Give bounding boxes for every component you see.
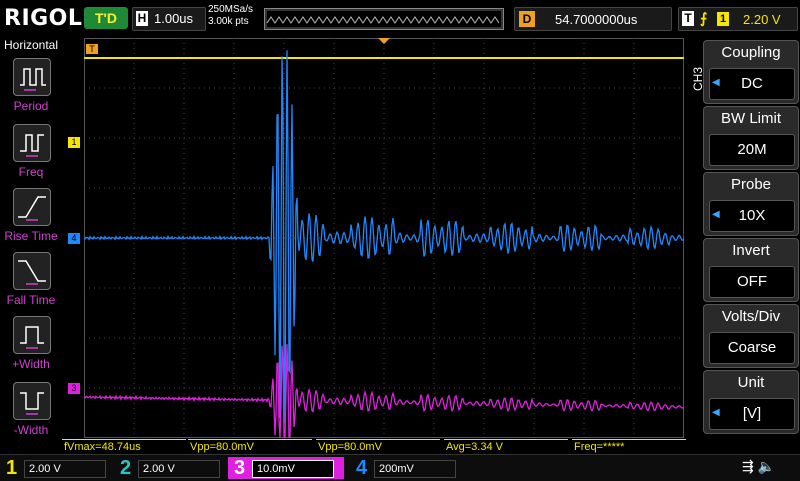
measure-negative-width-button[interactable]: -Width xyxy=(8,382,54,437)
ch1-number: 1 xyxy=(6,457,18,479)
measure-menu: Horizontal Period Freq Rise Time Fall Ti… xyxy=(0,38,62,454)
measure-rise-time-button[interactable]: Rise Time xyxy=(4,188,58,243)
probe-value: 10X xyxy=(709,200,795,232)
ch3-scale: 10.0mV xyxy=(252,460,334,478)
measurement-item[interactable]: Vpp=80.0mV xyxy=(188,439,312,454)
measure-positive-width-label: +Width xyxy=(12,357,50,371)
timebase-value: 1.00us xyxy=(154,11,194,26)
horizontal-timebase-box[interactable]: H 1.00us xyxy=(132,7,206,31)
delay-box[interactable]: D 54.7000000us xyxy=(514,7,672,31)
measurement-item[interactable]: Avg=3.34 V xyxy=(444,439,568,454)
measure-period-button[interactable]: Period xyxy=(8,58,54,113)
fall-time-icon xyxy=(13,252,51,290)
memory-overview-bar xyxy=(264,8,504,30)
measurement-bar: fVmax=48.74us Vpp=80.0mV Vpp=80.0mV Avg=… xyxy=(62,438,694,454)
measurement-item[interactable]: fVmax=48.74us xyxy=(62,439,186,454)
memory-depth: 3.00k pts xyxy=(208,16,249,27)
ch3-number: 3 xyxy=(234,457,246,479)
usb-icon: ⇶ 🔈 xyxy=(742,458,776,474)
unit-arrow-icon: ◀ xyxy=(712,407,720,418)
measurement-item[interactable]: Vpp=80.0mV xyxy=(316,439,440,454)
channel-status-bar: 1 2.00 V 2 2.00 V 3 10.0mV 4 200mV ⇶ 🔈 xyxy=(0,454,800,481)
channel-menu: CH3 Coupling DC ◀ BW Limit 20M Probe 10X… xyxy=(691,38,800,454)
memory-waveform-icon xyxy=(265,9,503,29)
probe-arrow-icon: ◀ xyxy=(712,209,720,220)
negative-width-icon xyxy=(13,382,51,420)
horizontal-label: H xyxy=(136,11,148,26)
ch1-level-marker[interactable]: 1 xyxy=(68,137,80,148)
ch3-status[interactable]: 3 10.0mV xyxy=(228,457,344,479)
rising-edge-icon: ⨍ xyxy=(700,10,708,26)
trigger-level-marker: T xyxy=(86,44,98,54)
unit-title: Unit xyxy=(737,374,765,391)
sample-info: 250MSa/s 3.00k pts xyxy=(208,4,253,28)
volts-div-value: Coarse xyxy=(709,332,795,364)
brand-logo: RIGOL xyxy=(4,6,83,31)
ch2-scale: 2.00 V xyxy=(138,460,220,478)
invert-title: Invert xyxy=(732,242,770,259)
measure-positive-width-button[interactable]: +Width xyxy=(8,316,54,371)
unit-value: [V] xyxy=(709,398,795,430)
frequency-icon xyxy=(13,124,51,162)
trigger-label: T xyxy=(682,11,694,26)
top-status-bar: RIGOL T'D H 1.00us 250MSa/s 3.00k pts D … xyxy=(0,0,800,38)
measure-period-label: Period xyxy=(13,99,49,113)
positive-width-icon xyxy=(13,316,51,354)
measure-fall-time-label: Fall Time xyxy=(6,293,56,307)
ch1-status[interactable]: 1 2.00 V xyxy=(0,457,110,479)
waveform-plot xyxy=(84,38,684,438)
measure-freq-label: Freq xyxy=(18,165,44,179)
probe-title: Probe xyxy=(730,176,772,193)
volts-div-button[interactable]: Volts/Div Coarse xyxy=(703,304,799,368)
invert-button[interactable]: Invert OFF xyxy=(703,238,799,302)
coupling-arrow-icon: ◀ xyxy=(712,77,720,88)
bw-limit-title: BW Limit xyxy=(721,110,781,127)
period-icon xyxy=(13,58,51,96)
measure-freq-button[interactable]: Freq xyxy=(8,124,54,179)
ch1-scale: 2.00 V xyxy=(24,460,106,478)
delay-label: D xyxy=(519,11,535,27)
measure-negative-width-label: -Width xyxy=(13,423,49,437)
bw-limit-value: 20M xyxy=(709,134,795,166)
trigger-status-badge: T'D xyxy=(84,7,128,29)
measurement-item[interactable]: Freq=***** xyxy=(572,439,686,454)
ch4-level-marker[interactable]: 4 xyxy=(68,233,80,244)
coupling-value: DC xyxy=(709,68,795,100)
coupling-button[interactable]: Coupling DC ◀ xyxy=(703,40,799,104)
trigger-box[interactable]: T ⨍ 1 2.20 V xyxy=(678,7,798,31)
ch3-level-marker[interactable]: 3 xyxy=(68,383,80,394)
coupling-title: Coupling xyxy=(721,44,781,61)
ch2-number: 2 xyxy=(120,457,132,479)
trigger-source: 1 xyxy=(717,12,729,26)
waveform-display[interactable] xyxy=(84,38,684,438)
ch2-status[interactable]: 2 2.00 V xyxy=(114,457,224,479)
measure-category-title: Horizontal xyxy=(3,38,59,52)
bw-limit-button[interactable]: BW Limit 20M xyxy=(703,106,799,170)
rise-time-icon xyxy=(13,188,51,226)
ch4-scale: 200mV xyxy=(374,460,456,478)
ch4-number: 4 xyxy=(356,457,368,479)
volts-div-title: Volts/Div xyxy=(721,308,781,325)
invert-value: OFF xyxy=(709,266,795,298)
delay-value: 54.7000000us xyxy=(555,12,638,27)
unit-button[interactable]: Unit [V] ◀ xyxy=(703,370,799,434)
ch4-status[interactable]: 4 200mV xyxy=(350,457,460,479)
sample-rate: 250MSa/s xyxy=(208,4,254,15)
probe-button[interactable]: Probe 10X ◀ xyxy=(703,172,799,236)
measure-fall-time-button[interactable]: Fall Time xyxy=(7,252,55,307)
trigger-level: 2.20 V xyxy=(743,12,781,27)
measure-rise-time-label: Rise Time xyxy=(4,229,58,243)
